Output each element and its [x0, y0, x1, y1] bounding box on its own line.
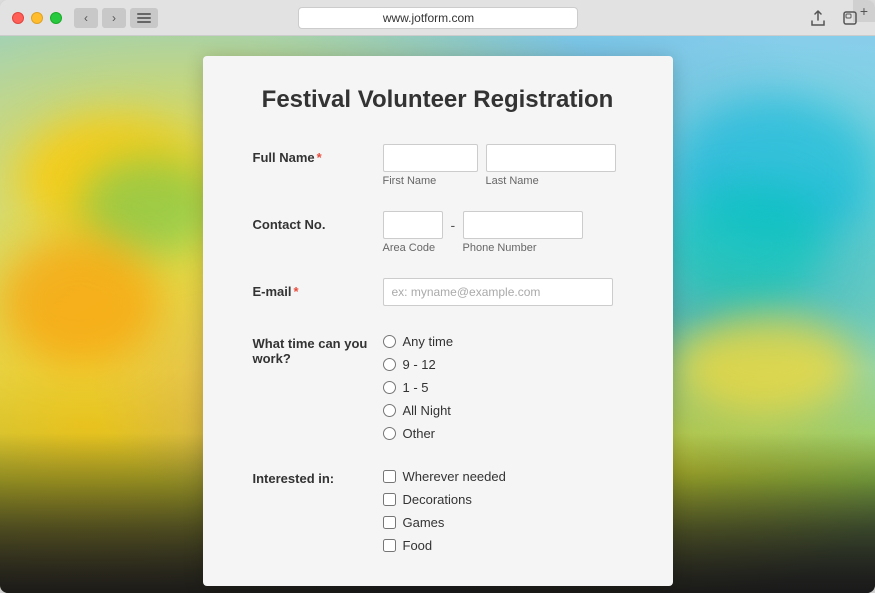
checkbox-wherever-needed[interactable]: Wherever needed — [383, 469, 506, 484]
radio-all-night-label: All Night — [403, 403, 451, 418]
smoke-cloud-6 — [675, 316, 855, 416]
titlebar: ‹ › www.jotform.com — [0, 0, 875, 36]
interested-in-label: Interested in: — [253, 465, 383, 486]
radio-any-time-label: Any time — [403, 334, 454, 349]
checkbox-food[interactable]: Food — [383, 538, 506, 553]
full-name-row: Full Name* First Name Last Name — [253, 144, 623, 187]
contact-label: Contact No. — [253, 211, 383, 232]
browser-window: ‹ › www.jotform.com — [0, 0, 875, 593]
form-title: Festival Volunteer Registration — [253, 86, 623, 114]
new-tab-button[interactable] — [837, 7, 863, 29]
checkbox-games-input[interactable] — [383, 516, 396, 529]
first-name-sublabel: First Name — [383, 175, 478, 187]
phone-input-row: - — [383, 211, 623, 239]
email-label: E-mail* — [253, 278, 383, 299]
email-required-star: * — [294, 284, 299, 299]
checkbox-decorations[interactable]: Decorations — [383, 492, 506, 507]
phone-number-input[interactable] — [463, 211, 583, 239]
radio-other[interactable]: Other — [383, 426, 454, 441]
email-field-group — [383, 278, 623, 306]
radio-other-label: Other — [403, 426, 436, 441]
radio-any-time[interactable]: Any time — [383, 334, 454, 349]
email-input[interactable] — [383, 278, 613, 306]
checkbox-wherever-needed-label: Wherever needed — [403, 469, 506, 484]
radio-any-time-input[interactable] — [383, 335, 396, 348]
full-name-fields: First Name Last Name — [383, 144, 623, 187]
forward-button[interactable]: › — [102, 8, 126, 28]
last-name-sublabel: Last Name — [486, 175, 616, 187]
radio-9-12-input[interactable] — [383, 358, 396, 371]
browser-content: Festival Volunteer Registration Full Nam… — [0, 36, 875, 593]
area-code-sublabel: Area Code — [383, 242, 443, 254]
required-star: * — [317, 150, 322, 165]
sidebar-toggle-button[interactable] — [130, 8, 158, 28]
phone-sublabel: Phone Number — [463, 242, 583, 254]
back-button[interactable]: ‹ — [74, 8, 98, 28]
checkbox-decorations-input[interactable] — [383, 493, 396, 506]
area-code-input[interactable] — [383, 211, 443, 239]
url-bar[interactable]: www.jotform.com — [298, 7, 578, 29]
work-time-label: What time can you work? — [253, 330, 383, 366]
checkbox-games-label: Games — [403, 515, 445, 530]
radio-9-12-label: 9 - 12 — [403, 357, 436, 372]
checkbox-games[interactable]: Games — [383, 515, 506, 530]
first-name-input[interactable] — [383, 144, 478, 172]
radio-1-5[interactable]: 1 - 5 — [383, 380, 454, 395]
interested-in-row: Interested in: Wherever needed Decoratio… — [253, 465, 623, 553]
phone-sublabels: Area Code Phone Number — [383, 242, 623, 254]
smoke-cloud-5 — [665, 186, 825, 306]
share-icon — [811, 10, 825, 26]
radio-9-12[interactable]: 9 - 12 — [383, 357, 454, 372]
maximize-button[interactable] — [50, 12, 62, 24]
new-tab-icon — [843, 11, 857, 25]
share-button[interactable] — [805, 7, 831, 29]
radio-1-5-label: 1 - 5 — [403, 380, 429, 395]
checkbox-food-label: Food — [403, 538, 433, 553]
checkbox-decorations-label: Decorations — [403, 492, 472, 507]
contact-row: Contact No. - Area Code Phone Number — [253, 211, 623, 254]
toolbar-right — [805, 7, 863, 29]
interested-in-options: Wherever needed Decorations Games Food — [383, 465, 506, 553]
email-row: E-mail* — [253, 278, 623, 306]
minimize-button[interactable] — [31, 12, 43, 24]
contact-fields: - Area Code Phone Number — [383, 211, 623, 254]
radio-all-night-input[interactable] — [383, 404, 396, 417]
smoke-cloud-3 — [0, 236, 160, 366]
close-button[interactable] — [12, 12, 24, 24]
sidebar-icon — [137, 13, 151, 23]
name-sublabels: First Name Last Name — [383, 175, 623, 187]
radio-1-5-input[interactable] — [383, 381, 396, 394]
work-time-row: What time can you work? Any time 9 - 12 … — [253, 330, 623, 441]
registration-form: Festival Volunteer Registration Full Nam… — [203, 56, 673, 586]
traffic-lights — [12, 12, 62, 24]
work-time-options: Any time 9 - 12 1 - 5 All Night — [383, 330, 454, 441]
name-input-row — [383, 144, 623, 172]
nav-buttons: ‹ › — [74, 8, 126, 28]
checkbox-food-input[interactable] — [383, 539, 396, 552]
last-name-input[interactable] — [486, 144, 616, 172]
radio-other-input[interactable] — [383, 427, 396, 440]
phone-dash: - — [451, 211, 456, 233]
radio-all-night[interactable]: All Night — [383, 403, 454, 418]
full-name-label: Full Name* — [253, 144, 383, 165]
checkbox-wherever-needed-input[interactable] — [383, 470, 396, 483]
